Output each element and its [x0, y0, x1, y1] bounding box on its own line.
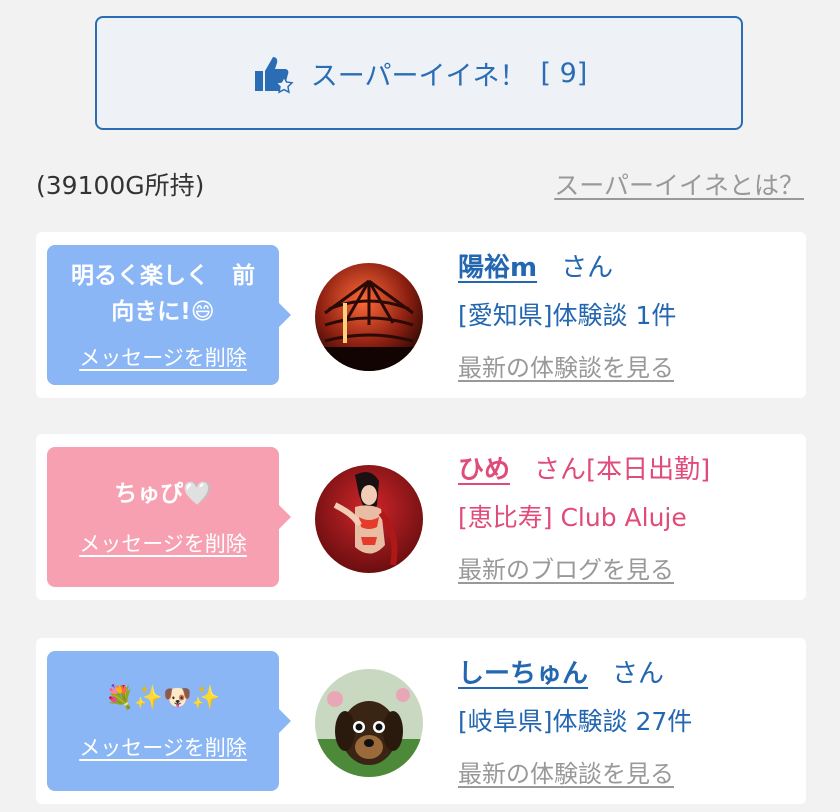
super-like-button[interactable]: スーパーイイネ！ [ 9] — [95, 16, 743, 130]
message-bubble: 明るく楽しく 前 向きに!😄 メッセージを削除 — [47, 245, 291, 385]
user-detail: [岐阜県]体験談 27件 — [458, 707, 693, 736]
message-text: 💐✨🐶✨ — [105, 685, 221, 711]
honorific: さん[本日出勤] — [534, 455, 711, 485]
what-is-super-like-link[interactable]: スーパーイイネとは？ — [554, 166, 804, 202]
shop-detail: [恵比寿] Club Aluje — [458, 503, 687, 532]
balance-text: (39100G所持) — [36, 171, 205, 200]
delete-message-link[interactable]: メッセージを削除 — [79, 732, 247, 762]
delete-message-link[interactable]: メッセージを削除 — [79, 528, 247, 558]
message-text: ちゅぴ🤍 — [114, 481, 212, 507]
user-name-link[interactable]: 陽裕m — [458, 253, 537, 283]
latest-blog-link[interactable]: 最新のブログを見る — [458, 550, 674, 585]
avatar[interactable] — [315, 669, 423, 777]
latest-review-link[interactable]: 最新の体験談を見る — [458, 754, 674, 789]
user-name-link[interactable]: しーちゅん — [458, 659, 588, 689]
message-text: 向きに!😄 — [111, 299, 215, 325]
user-detail: [愛知県]体験談 1件 — [458, 301, 677, 330]
message-bubble: ちゅぴ🤍 メッセージを削除 — [47, 447, 291, 587]
super-like-label: スーパーイイネ！ — [310, 60, 527, 92]
liker-card: 明るく楽しく 前 向きに!😄 メッセージを削除 陽裕m さん [愛知県]体験談 1… — [36, 232, 806, 398]
thumbs-up-star-icon — [254, 57, 294, 94]
liker-card: ちゅぴ🤍 メッセージを削除 ひめ さん[本日出勤] [恵比寿] Club Aluj… — [36, 434, 806, 600]
liker-card: 💐✨🐶✨ メッセージを削除 しーちゅん さん [岐阜県]体験談 27件 最新の体験… — [36, 638, 806, 804]
super-like-count: [ 9] — [540, 57, 588, 89]
honorific: さん — [612, 659, 665, 689]
avatar[interactable] — [315, 465, 423, 573]
message-text: 明るく楽しく 前 — [71, 263, 255, 289]
honorific: さん — [561, 253, 614, 283]
user-name-link[interactable]: ひめ — [458, 455, 510, 485]
delete-message-link[interactable]: メッセージを削除 — [79, 342, 247, 372]
message-bubble: 💐✨🐶✨ メッセージを削除 — [47, 651, 291, 791]
latest-review-link[interactable]: 最新の体験談を見る — [458, 348, 674, 383]
avatar[interactable] — [315, 263, 423, 371]
